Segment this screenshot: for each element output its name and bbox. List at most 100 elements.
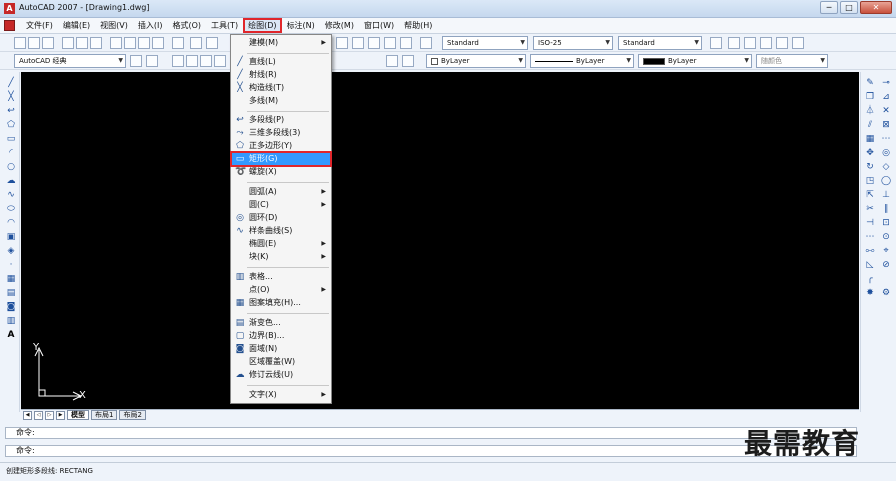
zoom-previous-icon[interactable] [384, 37, 396, 49]
redo-icon[interactable] [206, 37, 218, 49]
tool-palettes-icon[interactable] [744, 37, 756, 49]
menu-draw[interactable]: 绘图(D) [243, 18, 282, 33]
cut-icon[interactable] [110, 37, 122, 49]
menu-item-arc[interactable]: 圆弧(A) ▶ [232, 186, 330, 198]
offset-icon[interactable]: ⫽ [865, 120, 875, 130]
prev-tab-icon[interactable]: ◁ [34, 410, 43, 420]
menu-item-wipeout[interactable]: 区域覆盖(W) [232, 356, 330, 368]
menu-item-hatch[interactable]: ▦ 图案填充(H)... [232, 297, 330, 309]
rotate-icon[interactable]: ↻ [865, 162, 875, 172]
menu-help[interactable]: 帮助(H) [399, 18, 437, 33]
ellipse-icon[interactable]: ⬭ [6, 204, 16, 214]
color-select[interactable]: ByLayer ▼ [426, 54, 526, 68]
layer-previous-icon[interactable] [402, 55, 414, 67]
rectangle-icon[interactable]: ▭ [6, 134, 16, 144]
text-style-select[interactable]: Standard ▼ [442, 36, 528, 50]
snap-apparent-icon[interactable]: ⊠ [881, 120, 891, 130]
tab-model[interactable]: 模型 [67, 410, 89, 420]
command-input[interactable]: 命令: [5, 445, 857, 457]
workspace-settings-icon[interactable] [130, 55, 142, 67]
help-icon[interactable] [420, 37, 432, 49]
snap-endpoint-icon[interactable]: ⊸ [881, 78, 891, 88]
linetype-select[interactable]: ByLayer ▼ [530, 54, 634, 68]
fillet-icon[interactable]: ╭ [865, 274, 875, 284]
menu-item-point[interactable]: 点(O) ▶ [232, 284, 330, 296]
menu-item-gradient[interactable]: ▤ 渐变色... [232, 317, 330, 329]
undo-icon[interactable] [190, 37, 202, 49]
array-icon[interactable]: ▦ [865, 134, 875, 144]
tab-layout1[interactable]: 布局1 [91, 410, 118, 420]
markup-icon[interactable] [776, 37, 788, 49]
menu-modify[interactable]: 修改(M) [320, 18, 359, 33]
scale-icon[interactable]: ◳ [865, 176, 875, 186]
plot-style-select[interactable]: 随颜色 ▼ [756, 54, 828, 68]
first-tab-icon[interactable]: ◀ [23, 410, 32, 420]
erase-icon[interactable]: ✎ [865, 78, 875, 88]
lineweight-select[interactable]: ByLayer ▼ [638, 54, 752, 68]
hatch-icon[interactable]: ▦ [6, 274, 16, 284]
new-icon[interactable] [14, 37, 26, 49]
snap-nearest-icon[interactable]: ⌖ [881, 246, 891, 256]
menu-item-multiline[interactable]: 多线(M) [232, 95, 330, 107]
drawing-canvas[interactable]: Y X [21, 72, 859, 409]
gradient-icon[interactable]: ▤ [6, 288, 16, 298]
last-tab-icon[interactable]: ▶ [56, 410, 65, 420]
snap-node-icon[interactable]: ⊙ [881, 232, 891, 242]
make-block-icon[interactable]: ◈ [6, 246, 16, 256]
line-icon[interactable]: ╱ [6, 78, 16, 88]
table-icon[interactable]: ▥ [6, 316, 16, 326]
layer-manager-icon[interactable] [710, 37, 722, 49]
spline-icon[interactable]: ∿ [6, 190, 16, 200]
menu-insert[interactable]: 插入(I) [133, 18, 168, 33]
snap-insert-icon[interactable]: ⊡ [881, 218, 891, 228]
design-center-icon[interactable] [728, 37, 740, 49]
menu-tools[interactable]: 工具(T) [206, 18, 243, 33]
minimize-button[interactable]: ─ [820, 1, 838, 14]
publish-icon[interactable] [90, 37, 102, 49]
plot-icon[interactable] [62, 37, 74, 49]
match-properties-icon[interactable] [152, 37, 164, 49]
region-icon[interactable]: ◙ [6, 302, 16, 312]
circle-icon[interactable]: ○ [6, 162, 16, 172]
chamfer-icon[interactable]: ◺ [865, 260, 875, 270]
menu-edit[interactable]: 编辑(E) [58, 18, 95, 33]
preview-icon[interactable] [76, 37, 88, 49]
menu-format[interactable]: 格式(O) [167, 18, 206, 33]
revcloud-icon[interactable]: ☁ [6, 176, 16, 186]
menu-item-donut[interactable]: ◎ 圆环(D) [232, 212, 330, 224]
menu-item-ellipse[interactable]: 椭圆(E) ▶ [232, 238, 330, 250]
menu-item-block[interactable]: 块(K) ▶ [232, 251, 330, 263]
polygon-icon[interactable]: ⬠ [6, 120, 16, 130]
menu-item-revcloud[interactable]: ☁ 修订云线(U) [232, 369, 330, 381]
snap-intersection-icon[interactable]: ✕ [881, 106, 891, 116]
snap-parallel-icon[interactable]: ∥ [881, 204, 891, 214]
make-current-icon[interactable] [386, 55, 398, 67]
menu-item-3dpoly[interactable]: ⤳ 三维多段线(3) [232, 127, 330, 139]
menu-item-region[interactable]: ◙ 面域(N) [232, 343, 330, 355]
pan-icon[interactable] [336, 37, 348, 49]
menu-item-modeling[interactable]: 建模(M) ▶ [232, 37, 330, 49]
menu-item-ray[interactable]: ╱ 射线(R) [232, 69, 330, 81]
explode-icon[interactable]: ✸ [865, 288, 875, 298]
layer-freeze-icon[interactable] [200, 55, 212, 67]
document-icon[interactable] [4, 20, 15, 31]
menu-file[interactable]: 文件(F) [21, 18, 58, 33]
menu-item-text[interactable]: 文字(X) ▶ [232, 389, 330, 401]
menu-item-polyline[interactable]: ↩ 多段线(P) [232, 114, 330, 126]
snap-center-icon[interactable]: ◎ [881, 148, 891, 158]
stretch-icon[interactable]: ⇱ [865, 190, 875, 200]
snap-perpendicular-icon[interactable]: ⊥ [881, 190, 891, 200]
snap-tangent-icon[interactable]: ◯ [881, 176, 891, 186]
layer-lock-icon[interactable] [214, 55, 226, 67]
next-tab-icon[interactable]: ▷ [45, 410, 54, 420]
menu-item-line[interactable]: ╱ 直线(L) [232, 56, 330, 68]
mirror-icon[interactable]: ⏃ [865, 106, 875, 116]
menu-item-circle[interactable]: 圆(C) ▶ [232, 199, 330, 211]
copy-object-icon[interactable]: ❐ [865, 92, 875, 102]
point-icon[interactable]: · [6, 260, 16, 270]
properties-icon[interactable] [400, 37, 412, 49]
break-icon[interactable]: ⋯ [865, 232, 875, 242]
sheet-set-icon[interactable] [760, 37, 772, 49]
layer-state-icon[interactable] [172, 55, 184, 67]
tab-layout2[interactable]: 布局2 [119, 410, 146, 420]
